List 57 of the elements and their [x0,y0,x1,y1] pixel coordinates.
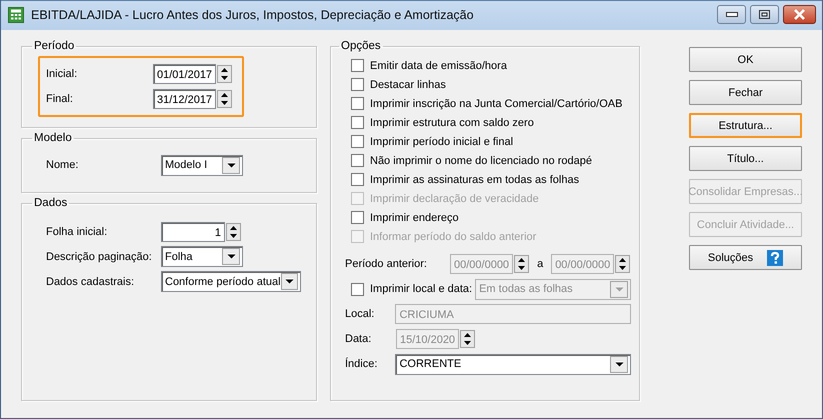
spin-buttons[interactable] [460,330,476,348]
checkbox[interactable]: Imprimir as assinaturas em todas as folhas [345,170,631,189]
dropdown[interactable]: Conforme período atual [161,271,301,292]
dropdown[interactable]: Modelo I [161,154,243,176]
field-label: Data: [345,333,372,345]
date-field[interactable]: 01/01/2017 [153,64,216,84]
spin-buttons[interactable] [226,222,241,240]
spin-buttons[interactable] [217,90,232,108]
action-button[interactable]: Fechar [689,80,802,105]
field-label: Local: [345,308,376,320]
dropdown[interactable]: Folha [161,246,243,267]
down-arrow-icon [227,232,240,240]
field-label: Nome: [46,159,80,171]
action-button[interactable]: Título... [689,146,802,171]
number-field[interactable]: 1 [161,222,225,242]
help-button[interactable]: Soluções [689,245,802,270]
group-title: Período [33,40,76,52]
group-title: Dados [33,197,68,209]
range-separator: a [537,258,544,270]
close-icon [793,9,806,20]
field-label: Inicial: [46,68,78,80]
dropdown-arrow-icon [614,286,624,292]
field-label: Período anterior: [345,258,428,270]
field-label: Final: [46,92,74,104]
dropdown-arrow-icon [614,362,624,366]
checkbox[interactable]: Imprimir período inicial e final [345,132,631,151]
spin-buttons[interactable] [217,64,232,82]
checkbox[interactable]: Imprimir endereço [345,208,631,227]
checkbox[interactable]: Não imprimir o nome do licenciado no rodapé [345,151,631,170]
field-label: Índice: [345,358,378,370]
spin-buttons[interactable] [514,255,530,273]
field-label: Folha inicial: [46,226,108,238]
checkbox[interactable]: Emitir data de emissão/hora [345,56,631,75]
maximize-button[interactable] [750,5,779,24]
calculator-icon [8,7,24,23]
minimize-icon [726,12,738,18]
group-title: Opções [340,40,382,52]
minimize-button[interactable] [717,5,746,24]
maximize-icon [759,10,770,19]
checkbox[interactable]: Imprimir inscrição na Junta Comercial/Cartório/OAB [345,94,631,113]
dropdown-arrow-icon [284,279,294,284]
up-arrow-icon [227,224,240,232]
field-label: Descrição paginação: [46,250,153,262]
action-button[interactable]: OK [689,47,802,72]
field-label: Dados cadastrais: [46,276,136,288]
window-title: EBITDA/LAJIDA - Lucro Antes dos Juros, Impostos, Depreciação e Amortização [31,8,475,22]
dropdown[interactable]: CORRENTE [395,354,631,374]
date-field[interactable]: 31/12/2017 [153,88,216,108]
spin-buttons[interactable] [615,255,630,273]
checkbox[interactable]: Imprimir estrutura com saldo zero [345,113,631,132]
group-title: Modelo [33,132,73,144]
checkbox[interactable]: Destacar linhas [345,75,631,94]
action-button[interactable]: Estrutura... [689,113,802,138]
help-icon [767,250,784,266]
close-button[interactable] [783,5,816,24]
dropdown-arrow-icon [226,254,236,259]
dropdown-arrow-icon [226,162,236,168]
